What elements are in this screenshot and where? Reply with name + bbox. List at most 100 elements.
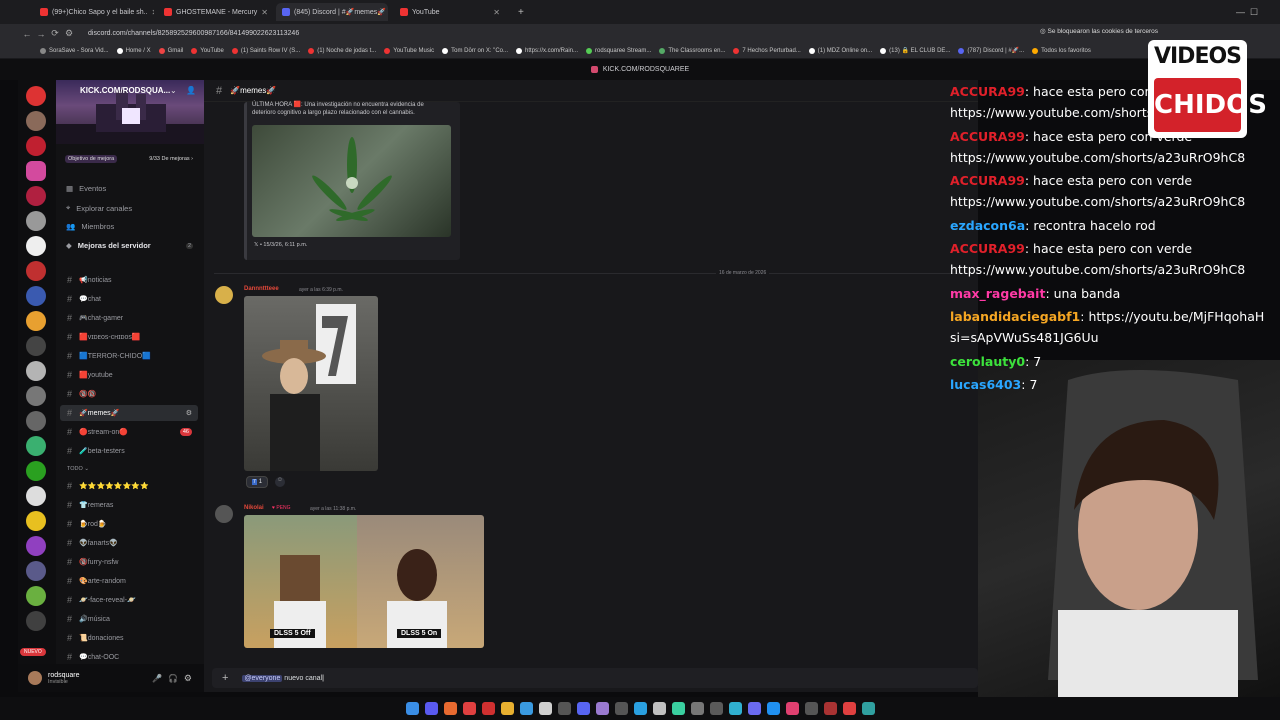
server-icon[interactable] <box>26 111 46 131</box>
channel-item[interactable]: # 📜donaciones <box>60 630 198 646</box>
server-icon[interactable] <box>26 486 46 506</box>
cannabis-image[interactable] <box>252 125 451 237</box>
address-bar[interactable]: discord.com/channels/825892529600987166/… <box>88 26 299 41</box>
channel-category[interactable]: TODO ⌄ <box>60 461 198 477</box>
new-tab-button[interactable]: + <box>512 3 526 21</box>
reload-icon[interactable]: ⟳ <box>48 28 62 39</box>
bookmark-item[interactable]: (1) MDZ Online on... <box>808 47 872 54</box>
channel-item[interactable]: # 🟥youtube <box>60 367 198 383</box>
bookmark-item[interactable]: (1) Noche de jodas t... <box>308 47 376 54</box>
window-controls[interactable]: — ☐ <box>1230 3 1274 21</box>
close-tab-icon[interactable]: ✕ <box>152 8 154 17</box>
settings-gear-icon[interactable]: ⚙ <box>184 673 192 684</box>
site-info-icon[interactable]: ⚙ <box>62 28 76 39</box>
bookmark-item[interactable]: (787) Discord | #🚀... <box>958 47 1024 54</box>
channel-settings-gear-icon[interactable]: ⚙ <box>186 409 192 417</box>
taskbar-app-icon[interactable] <box>519 702 533 715</box>
taskbar-app-icon[interactable] <box>481 702 495 715</box>
server-icon[interactable] <box>26 386 46 406</box>
bookmark-item[interactable]: Gmail <box>158 47 183 54</box>
mute-microphone-icon[interactable]: 🎤 <box>152 674 162 683</box>
cookie-notice[interactable]: ◎ Se bloquearon las cookies de terceros <box>1040 27 1158 35</box>
channel-item[interactable]: # 👽fanarts👽 <box>60 535 198 551</box>
taskbar-app-icon[interactable] <box>595 702 609 715</box>
add-attachment-icon[interactable]: + <box>222 672 228 684</box>
server-icon[interactable] <box>26 236 46 256</box>
bookmark-item[interactable]: YouTube <box>191 47 224 54</box>
taskbar-app-icon[interactable] <box>576 702 590 715</box>
taskbar-app-icon[interactable] <box>709 702 723 715</box>
add-reaction-icon[interactable]: ☺ <box>275 477 285 487</box>
channel-item[interactable]: # 💬chat <box>60 291 198 307</box>
taskbar-app-icon[interactable] <box>766 702 780 715</box>
channel-item[interactable]: # 🔞🔞 <box>60 386 198 402</box>
bookmark-item[interactable]: SoraSave - Sora Vid... <box>40 47 109 54</box>
avatar[interactable] <box>28 671 42 685</box>
close-tab-icon[interactable]: ✕ <box>261 8 268 17</box>
user-name[interactable]: rodsquare <box>48 672 80 679</box>
taskbar-app-icon[interactable] <box>538 702 552 715</box>
server-icon[interactable] <box>26 536 46 556</box>
taskbar-app-icon[interactable] <box>671 702 685 715</box>
tab-1[interactable]: (99+)Chico Sapo y el baile sh..✕ <box>34 3 154 21</box>
channel-item[interactable]: # 🎮chat-gamer <box>60 310 198 326</box>
taskbar-app-icon[interactable] <box>557 702 571 715</box>
boost-goal[interactable]: Objetivo de mejora 9/33 De mejoras › <box>60 152 198 166</box>
add-member-icon[interactable]: 👤 <box>186 86 196 95</box>
server-icon[interactable] <box>26 136 46 156</box>
channel-item[interactable]: # 🔊música <box>60 611 198 627</box>
server-icon[interactable] <box>26 611 46 631</box>
server-icon[interactable] <box>26 211 46 231</box>
taskbar-app-icon[interactable] <box>500 702 514 715</box>
server-icon[interactable] <box>26 261 46 281</box>
server-name[interactable]: KICK.COM/RODSQUA... <box>80 86 170 95</box>
forward-arrow-icon[interactable]: → <box>34 29 48 39</box>
bookmark-item[interactable]: Tom Dōrr on X: "Co... <box>442 47 508 54</box>
taskbar-app-icon[interactable] <box>728 702 742 715</box>
bookmark-item[interactable]: (1) Saints Row IV (S... <box>231 47 300 54</box>
server-icon[interactable] <box>26 311 46 331</box>
taskbar-app-icon[interactable] <box>462 702 476 715</box>
bookmark-item[interactable]: https://x.com/Rain... <box>515 47 578 54</box>
tab-4[interactable]: YouTube ✕ <box>394 3 506 21</box>
server-icon[interactable] <box>26 286 46 306</box>
channel-item[interactable]: # 🎨arte-random <box>60 573 198 589</box>
server-icon[interactable] <box>26 561 46 581</box>
channel-item[interactable]: # 🪐-face-reveal-🪐 <box>60 592 198 608</box>
bookmark-item[interactable]: Todos los favoritos <box>1032 47 1091 54</box>
server-icon[interactable] <box>26 161 46 181</box>
sidebar-item-explorar-canales[interactable]: ⌖ Explorar canales <box>66 203 132 213</box>
server-icon[interactable] <box>26 511 46 531</box>
taskbar-app-icon[interactable] <box>842 702 856 715</box>
taskbar-app-icon[interactable] <box>443 702 457 715</box>
taskbar-app-icon[interactable] <box>804 702 818 715</box>
close-tab-icon[interactable]: ✕ <box>493 8 500 17</box>
server-icon[interactable] <box>26 361 46 381</box>
taskbar-app-icon[interactable] <box>652 702 666 715</box>
sidebar-item-eventos[interactable]: ▦ Eventos <box>66 184 106 193</box>
taskbar-app-icon[interactable] <box>785 702 799 715</box>
server-icon[interactable] <box>26 586 46 606</box>
sidebar-item-mejoras-del-servidor[interactable]: ◆ Mejoras del servidor 2 <box>66 241 194 250</box>
headphones-icon[interactable]: 🎧 <box>168 674 178 683</box>
server-icon[interactable] <box>26 411 46 431</box>
taskbar-app-icon[interactable] <box>823 702 837 715</box>
channel-item[interactable]: # 📢noticias <box>60 272 198 288</box>
server-icon[interactable] <box>26 86 46 106</box>
channel-item[interactable]: # 🍺rod🍺 <box>60 516 198 532</box>
taskbar-app-icon[interactable] <box>424 702 438 715</box>
channel-item[interactable]: # 🔞furry-nsfw <box>60 554 198 570</box>
meme-image[interactable] <box>244 296 378 471</box>
server-icon[interactable] <box>26 336 46 356</box>
chevron-down-icon[interactable]: ⌄ <box>170 86 177 95</box>
bookmark-item[interactable]: The Classrooms en... <box>659 47 725 54</box>
tab-3[interactable]: (845) Discord | #🚀memes🚀✕ <box>276 3 388 21</box>
taskbar-app-icon[interactable] <box>405 702 419 715</box>
bookmark-item[interactable]: YouTube Music <box>384 47 434 54</box>
taskbar-app-icon[interactable] <box>861 702 875 715</box>
taskbar-app-icon[interactable] <box>633 702 647 715</box>
dlss-meme-image[interactable]: DLSS 5 Off DLSS 5 On <box>244 515 484 648</box>
message-author[interactable]: Nikolai <box>244 505 264 511</box>
bookmark-item[interactable]: 7 Hechos Perturbad... <box>733 47 801 54</box>
message-author[interactable]: Dannnttteee <box>244 286 279 292</box>
